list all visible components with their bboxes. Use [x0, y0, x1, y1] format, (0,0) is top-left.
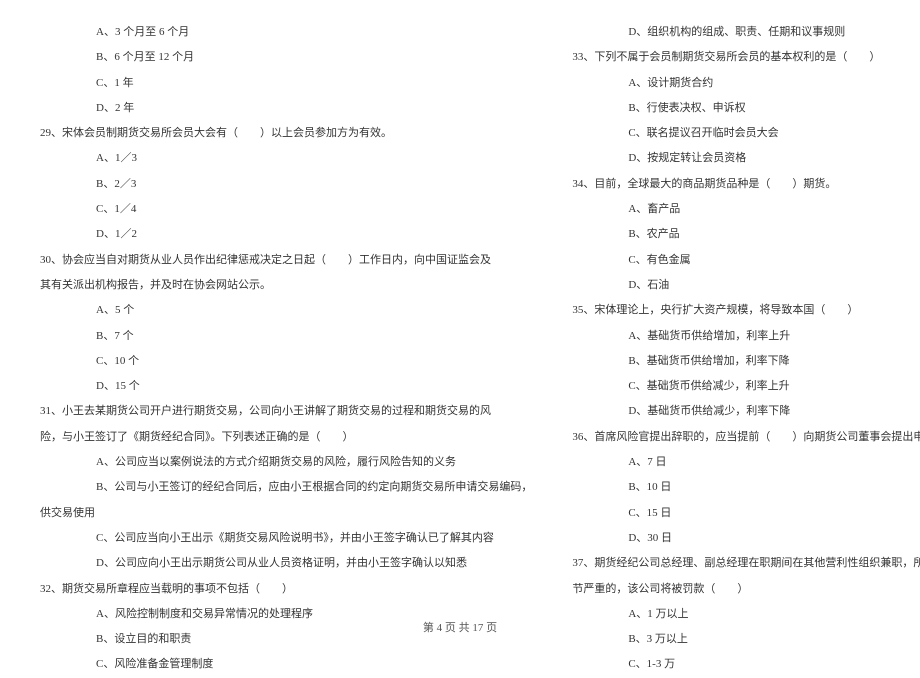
text-line: A、5 个 [40, 298, 532, 323]
text-line: D、基础货币供给减少，利率下降 [572, 399, 920, 424]
text-line: C、风险准备金管理制度 [40, 652, 532, 677]
text-line: 36、首席风险官提出辞职的，应当提前（ ）向期货公司董事会提出申请。 [572, 425, 920, 450]
text-line: 32、期货交易所章程应当载明的事项不包括（ ） [40, 577, 532, 602]
text-line: A、公司应当以案例说法的方式介绍期货交易的风险，履行风险告知的义务 [40, 450, 532, 475]
text-line: 险，与小王签订了《期货经纪合同》。下列表述正确的是（ ） [40, 425, 532, 450]
text-line: 33、下列不属于会员制期货交易所会员的基本权利的是（ ） [572, 45, 920, 70]
text-line: 30、协会应当自对期货从业人员作出纪律惩戒决定之日起（ ）工作日内，向中国证监会… [40, 248, 532, 273]
text-line: C、联名提议召开临时会员大会 [572, 121, 920, 146]
text-line: 其有关派出机构报告，并及时在协会网站公示。 [40, 273, 532, 298]
text-line: D、15 个 [40, 374, 532, 399]
text-line: A、1／3 [40, 146, 532, 171]
text-line: A、7 日 [572, 450, 920, 475]
text-line: C、1／4 [40, 197, 532, 222]
text-line: B、2／3 [40, 172, 532, 197]
text-line: C、10 个 [40, 349, 532, 374]
text-line: D、1／2 [40, 222, 532, 247]
text-line: 29、宋体会员制期货交易所会员大会有（ ）以上会员参加方为有效。 [40, 121, 532, 146]
text-line: C、15 日 [572, 501, 920, 526]
text-line: D、石油 [572, 273, 920, 298]
text-line: B、行使表决权、申诉权 [572, 96, 920, 121]
text-line: C、1 年 [40, 71, 532, 96]
text-line: 31、小王去某期货公司开户进行期货交易，公司向小王讲解了期货交易的过程和期货交易… [40, 399, 532, 424]
text-line: C、有色金属 [572, 248, 920, 273]
text-line: 35、宋体理论上，央行扩大资产规模，将导致本国（ ） [572, 298, 920, 323]
text-line: B、农产品 [572, 222, 920, 247]
left-column: A、3 个月至 6 个月B、6 个月至 12 个月C、1 年D、2 年29、宋体… [40, 20, 532, 600]
right-column: D、组织机构的组成、职责、任期和议事规则33、下列不属于会员制期货交易所会员的基… [572, 20, 920, 600]
text-line: 37、期货经纪公司总经理、副总经理在职期间在其他营利性组织兼职，所在公司隐瞒不报… [572, 551, 920, 576]
page-footer: 第 4 页 共 17 页 [0, 619, 920, 635]
text-line: A、基础货币供给增加，利率上升 [572, 324, 920, 349]
text-line: C、1-3 万 [572, 652, 920, 677]
text-line: D、2 年 [40, 96, 532, 121]
text-line: A、畜产品 [572, 197, 920, 222]
text-line: 供交易使用 [40, 501, 532, 526]
text-line: B、10 日 [572, 475, 920, 500]
text-line: D、30 日 [572, 526, 920, 551]
text-line: D、按规定转让会员资格 [572, 146, 920, 171]
text-line: C、基础货币供给减少，利率上升 [572, 374, 920, 399]
text-line: B、7 个 [40, 324, 532, 349]
text-line: B、公司与小王签订的经纪合同后，应由小王根据合同的约定向期货交易所申请交易编码， [40, 475, 532, 500]
text-line: 节严重的，该公司将被罚款（ ） [572, 577, 920, 602]
text-line: D、公司应向小王出示期货公司从业人员资格证明，并由小王签字确认以知悉 [40, 551, 532, 576]
text-line: C、公司应当向小王出示《期货交易风险说明书》，并由小王签字确认已了解其内容 [40, 526, 532, 551]
text-line: A、3 个月至 6 个月 [40, 20, 532, 45]
text-line: A、设计期货合约 [572, 71, 920, 96]
text-line: D、组织机构的组成、职责、任期和议事规则 [572, 20, 920, 45]
text-line: 34、目前，全球最大的商品期货品种是（ ）期货。 [572, 172, 920, 197]
text-line: B、基础货币供给增加，利率下降 [572, 349, 920, 374]
text-line: B、6 个月至 12 个月 [40, 45, 532, 70]
